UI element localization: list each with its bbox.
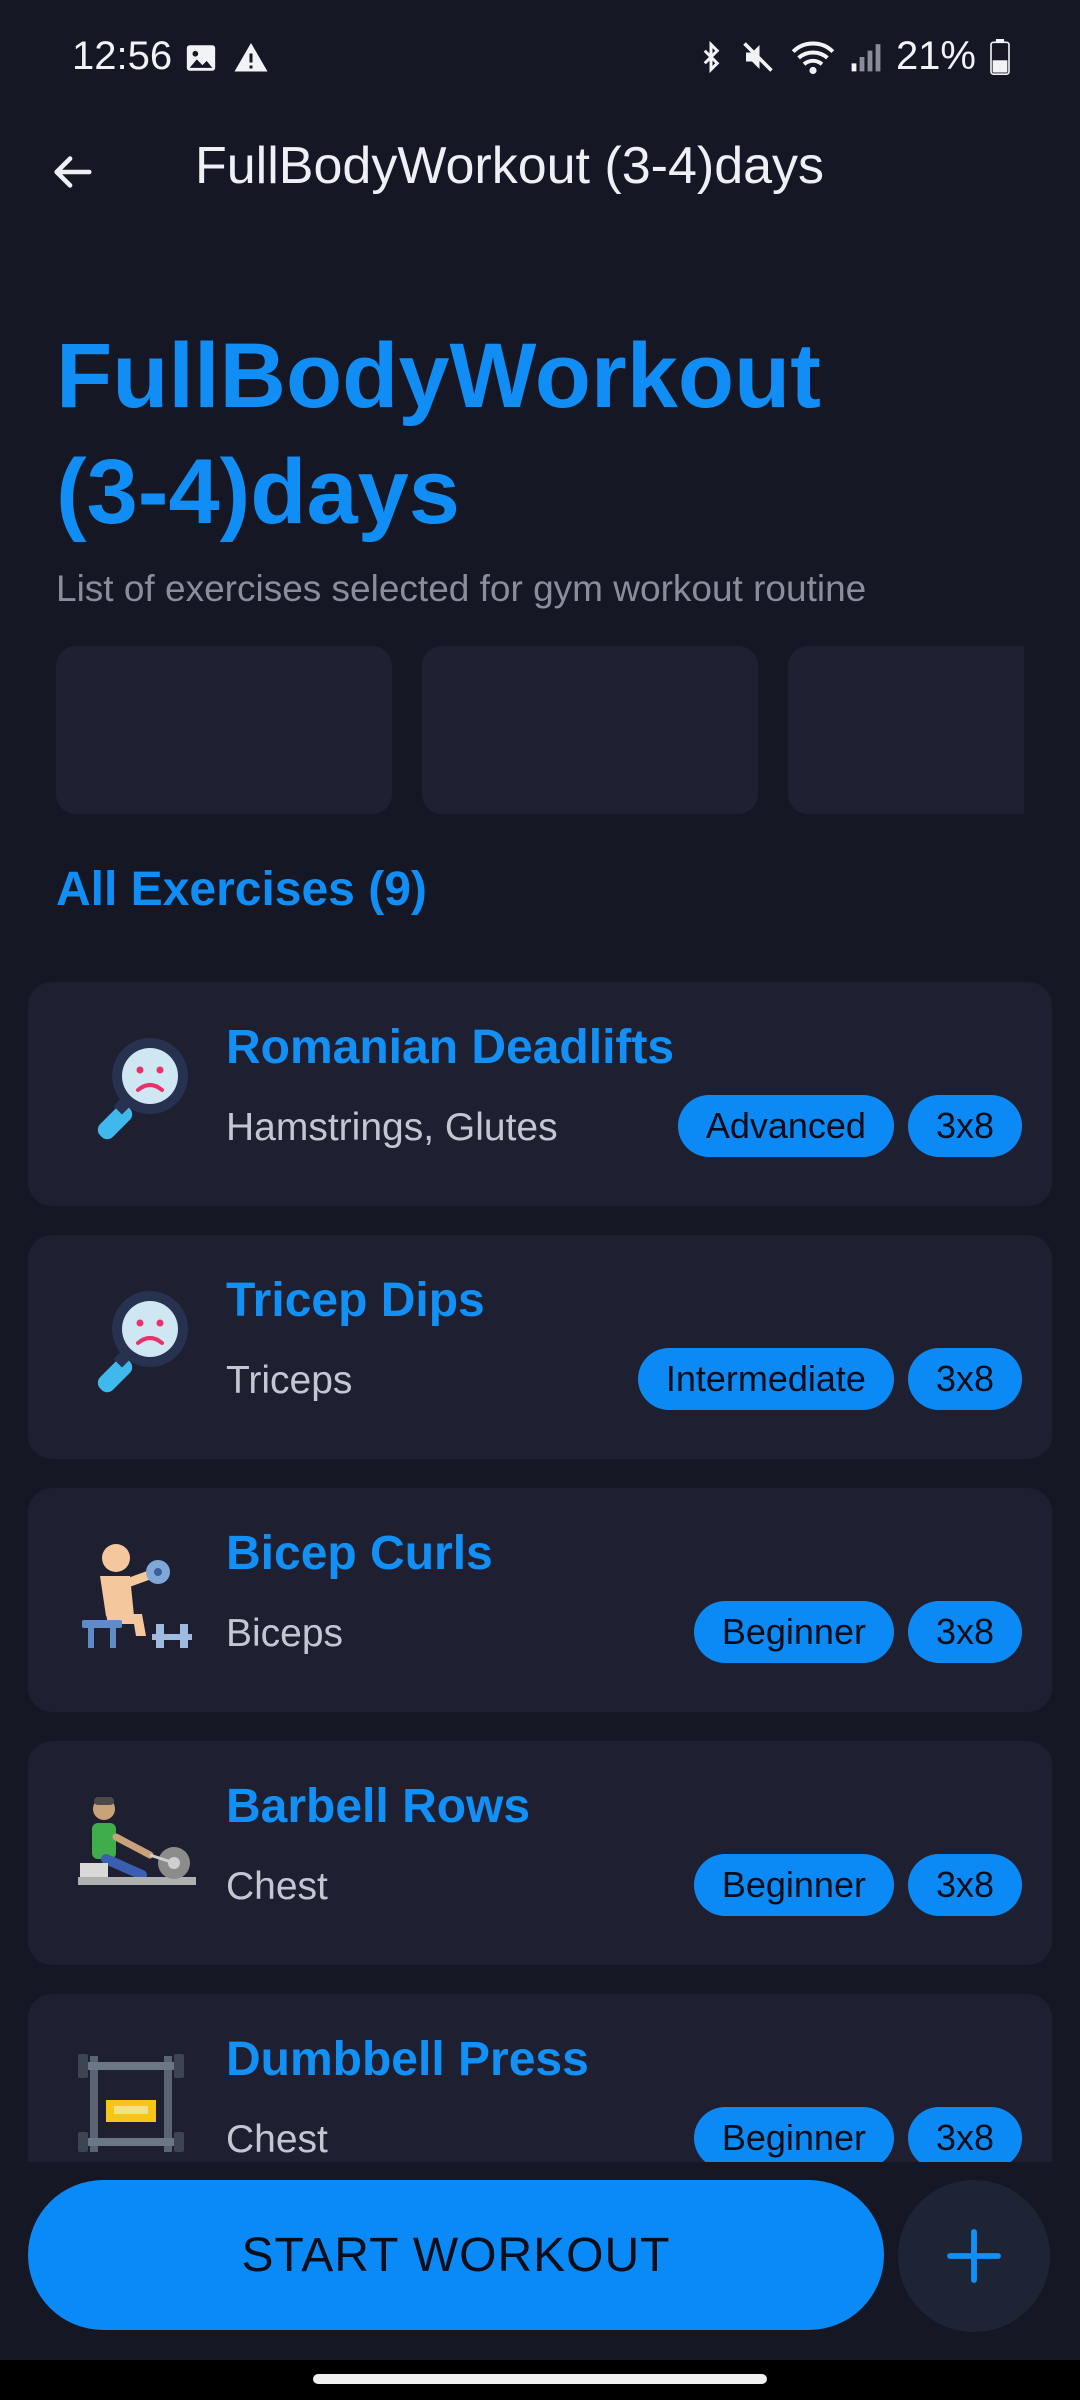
exercise-muscles: Chest: [226, 1865, 328, 1908]
add-exercise-button[interactable]: [898, 2180, 1050, 2332]
battery-icon: [990, 38, 1010, 75]
level-badge: Beginner: [693, 2107, 894, 2162]
magnifier-sad-icon: [97, 1291, 188, 1393]
level-badge: Intermediate: [637, 1348, 894, 1410]
sets-badge: 3x8: [907, 1095, 1022, 1157]
magnifier-sad-icon: [97, 1038, 188, 1140]
exercise-name: Tricep Dips: [226, 1274, 485, 1327]
warning-icon: [234, 43, 268, 72]
section-title: All Exercises (9): [56, 863, 427, 916]
exercise-card[interactable]: Barbell Rows Chest Beginner 3x8: [28, 1741, 1052, 1965]
system-nav-bar: [0, 2360, 1080, 2400]
exercise-card[interactable]: Dumbbell Press Chest Beginner 3x8: [28, 1994, 1052, 2162]
exercise-name: Dumbbell Press: [226, 2033, 589, 2086]
exercise-card[interactable]: Romanian Deadlifts Hamstrings, Glutes Ad…: [28, 982, 1052, 1206]
wifi-icon: [791, 41, 835, 74]
exercise-card[interactable]: Tricep Dips Triceps Intermediate 3x8: [28, 1235, 1052, 1459]
top-app-bar: FullBodyWorkout (3-4)days: [0, 118, 1080, 222]
signal-icon: [851, 43, 881, 71]
page-subtitle: List of exercises selected for gym worko…: [56, 568, 867, 609]
arrow-left-icon: [54, 156, 92, 188]
start-workout-button[interactable]: START WORKOUT: [28, 2180, 884, 2330]
sets-badge: 3x8: [907, 2107, 1022, 2162]
page-title-line1: FullBodyWorkout: [56, 325, 821, 427]
level-badge: Beginner: [693, 1854, 894, 1916]
summary-cards-row: [56, 646, 1024, 814]
home-indicator[interactable]: [313, 2374, 767, 2384]
exercise-name: Bicep Curls: [226, 1527, 493, 1580]
battery-percent: 21%: [895, 34, 976, 78]
level-badge: Beginner: [693, 1601, 894, 1663]
app-bar-title: FullBodyWorkout (3-4)days: [195, 137, 825, 195]
weight-rack-icon: [78, 2054, 184, 2152]
exercise-muscles: Biceps: [226, 1612, 344, 1655]
exercise-card[interactable]: Bicep Curls Biceps Beginner 3x8: [28, 1488, 1052, 1712]
sets-badge: 3x8: [907, 1348, 1022, 1410]
exercise-list[interactable]: Romanian Deadlifts Hamstrings, Glutes Ad…: [28, 982, 1052, 2162]
status-time: 12:56: [72, 34, 173, 78]
exercise-muscles: Chest: [226, 2118, 328, 2161]
exercise-name: Barbell Rows: [226, 1780, 531, 1833]
summary-card[interactable]: [788, 646, 1024, 814]
page-title: FullBodyWorkout (3-4)days: [56, 318, 956, 550]
exercise-muscles: Triceps: [226, 1359, 353, 1402]
plus-icon: [947, 2229, 1001, 2283]
image-icon: [186, 45, 216, 71]
page-title-line2: (3-4)days: [56, 441, 460, 543]
level-badge: Advanced: [677, 1095, 894, 1157]
mute-icon: [743, 41, 773, 72]
sets-badge: 3x8: [907, 1854, 1022, 1916]
person-dumbbell-icon: [82, 1544, 192, 1648]
exercise-muscles: Hamstrings, Glutes: [226, 1106, 558, 1149]
summary-card[interactable]: [422, 646, 758, 814]
status-bar: 12:56 21%: [0, 0, 1080, 118]
summary-card[interactable]: [56, 646, 392, 814]
exercise-name: Romanian Deadlifts: [226, 1021, 675, 1074]
bluetooth-icon: [703, 40, 720, 73]
rowing-machine-icon: [78, 1797, 196, 1885]
back-button[interactable]: [36, 136, 108, 208]
sets-badge: 3x8: [907, 1601, 1022, 1663]
